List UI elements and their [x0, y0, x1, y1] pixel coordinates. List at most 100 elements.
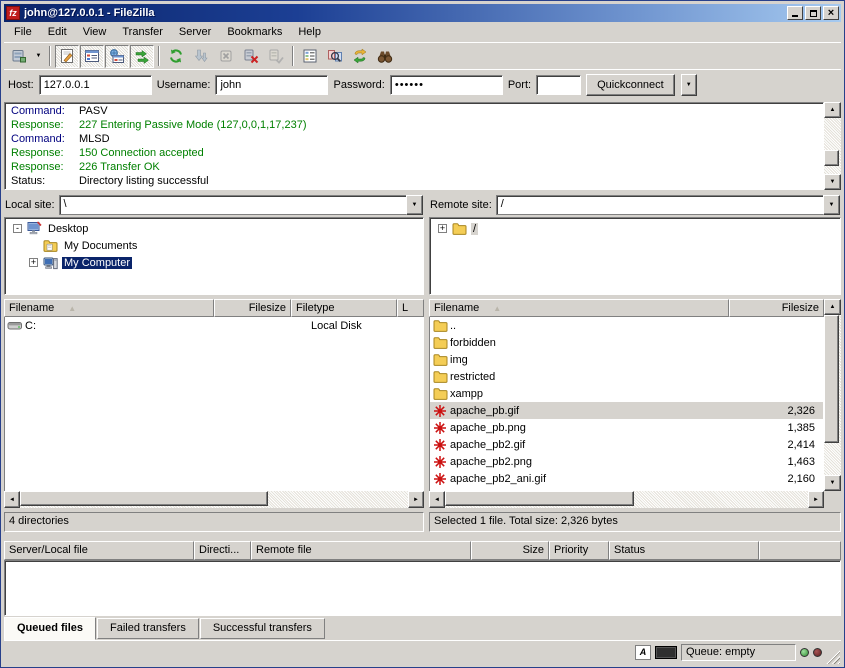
- column-remote-file[interactable]: Remote file: [251, 541, 471, 560]
- file-row[interactable]: xampp: [430, 385, 823, 402]
- file-row[interactable]: ..: [430, 317, 823, 334]
- minimize-button[interactable]: [787, 6, 803, 20]
- password-input[interactable]: [390, 75, 503, 95]
- scroll-up-icon[interactable]: ▲: [824, 299, 841, 315]
- local-hscrollbar[interactable]: ◄ ►: [4, 491, 424, 508]
- file-row[interactable]: forbidden: [430, 334, 823, 351]
- scroll-up-icon[interactable]: ▲: [824, 102, 841, 118]
- filter-button[interactable]: [298, 45, 322, 68]
- speedlimit-icon[interactable]: [655, 646, 677, 659]
- file-row[interactable]: apache_pb2_ani.gif2,160: [430, 470, 823, 487]
- tree-item-my-computer[interactable]: + My Computer: [5, 254, 423, 271]
- scroll-left-icon[interactable]: ◄: [429, 491, 445, 508]
- scrollbar-thumb[interactable]: [20, 491, 268, 506]
- folder-icon: [430, 370, 450, 383]
- file-row[interactable]: apache_pb2.png1,463: [430, 453, 823, 470]
- scroll-down-icon[interactable]: ▼: [824, 475, 841, 491]
- file-row[interactable]: apache_pb2.gif2,414: [430, 436, 823, 453]
- local-site-value[interactable]: \: [59, 195, 406, 215]
- column-direction[interactable]: Directi...: [194, 541, 251, 560]
- toggle-local-treeview-button[interactable]: [80, 45, 104, 68]
- reconnect-button[interactable]: [264, 45, 288, 68]
- queue-tabs: Queued files Failed transfers Successful…: [4, 616, 841, 640]
- column-size[interactable]: Size: [471, 541, 549, 560]
- disconnect-button[interactable]: [239, 45, 263, 68]
- combo-dropdown-icon[interactable]: ▼: [406, 195, 423, 215]
- menu-edit[interactable]: Edit: [40, 24, 75, 40]
- menu-server[interactable]: Server: [171, 24, 219, 40]
- column-priority[interactable]: Priority: [549, 541, 609, 560]
- scrollbar-thumb[interactable]: [824, 315, 839, 443]
- message-log-pane[interactable]: Command:PASV Response:227 Entering Passi…: [4, 102, 824, 190]
- process-queue-button[interactable]: [189, 45, 213, 68]
- maximize-button[interactable]: [805, 6, 821, 20]
- tab-queued-files[interactable]: Queued files: [4, 617, 96, 640]
- sort-asc-icon: ▲: [493, 304, 501, 313]
- transfer-queue: Server/Local file Directi... Remote file…: [4, 541, 841, 640]
- file-row[interactable]: C: Local Disk: [5, 317, 423, 334]
- file-row[interactable]: restricted: [430, 368, 823, 385]
- directory-comparison-button[interactable]: [323, 45, 347, 68]
- resize-grip[interactable]: [826, 650, 840, 664]
- file-row[interactable]: apache_pb.png1,385: [430, 419, 823, 436]
- column-filesize[interactable]: Filesize: [214, 299, 291, 317]
- collapse-icon[interactable]: -: [13, 224, 22, 233]
- remote-site-label: Remote site:: [430, 199, 492, 211]
- tree-item-my-documents[interactable]: My Documents: [5, 237, 423, 254]
- username-label: Username:: [157, 79, 211, 91]
- scrollbar-thumb[interactable]: [824, 150, 839, 166]
- tab-successful-transfers[interactable]: Successful transfers: [200, 618, 325, 639]
- quickconnect-button[interactable]: Quickconnect: [586, 74, 675, 96]
- site-manager-button[interactable]: [7, 45, 31, 68]
- synchronized-browsing-button[interactable]: [348, 45, 372, 68]
- local-site-combo[interactable]: \ ▼: [59, 195, 423, 215]
- quickconnect-dropdown[interactable]: ▼: [681, 74, 697, 96]
- expand-icon[interactable]: +: [438, 224, 447, 233]
- column-filename[interactable]: Filename▲: [429, 299, 729, 317]
- port-input[interactable]: [536, 75, 581, 95]
- column-server-local-file[interactable]: Server/Local file: [4, 541, 194, 560]
- column-filename[interactable]: Filename▲: [4, 299, 214, 317]
- combo-dropdown-icon[interactable]: ▼: [823, 195, 840, 215]
- cancel-button[interactable]: [214, 45, 238, 68]
- filezilla-window: fz john@127.0.0.1 - FileZilla × File Edi…: [0, 0, 845, 668]
- scroll-right-icon[interactable]: ►: [808, 491, 824, 508]
- expand-icon[interactable]: +: [29, 258, 38, 267]
- tree-item-root[interactable]: + /: [430, 220, 840, 237]
- column-status[interactable]: Status: [609, 541, 759, 560]
- menu-view[interactable]: View: [75, 24, 115, 40]
- log-scrollbar[interactable]: ▲ ▼: [824, 102, 841, 190]
- remote-site-combo[interactable]: / ▼: [496, 195, 840, 215]
- close-button[interactable]: ×: [823, 6, 839, 20]
- menu-transfer[interactable]: Transfer: [114, 24, 171, 40]
- remote-hscrollbar[interactable]: ◄ ►: [429, 491, 824, 508]
- file-row-selected[interactable]: apache_pb.gif2,326: [430, 402, 823, 419]
- remote-site-value[interactable]: /: [496, 195, 823, 215]
- file-row[interactable]: img: [430, 351, 823, 368]
- scrollbar-thumb[interactable]: [445, 491, 634, 506]
- scroll-left-icon[interactable]: ◄: [4, 491, 20, 508]
- queue-body[interactable]: [4, 560, 841, 616]
- scroll-down-icon[interactable]: ▼: [824, 174, 841, 190]
- transfer-type-icon[interactable]: A: [635, 645, 651, 660]
- toggle-message-log-button[interactable]: [55, 45, 79, 68]
- host-input[interactable]: [39, 75, 152, 95]
- menu-help[interactable]: Help: [290, 24, 329, 40]
- toggle-remote-treeview-button[interactable]: [105, 45, 129, 68]
- tab-failed-transfers[interactable]: Failed transfers: [97, 618, 199, 639]
- toggle-transfer-queue-button[interactable]: [130, 45, 154, 68]
- scroll-right-icon[interactable]: ►: [408, 491, 424, 508]
- find-files-button[interactable]: [373, 45, 397, 68]
- menu-bookmarks[interactable]: Bookmarks: [219, 24, 290, 40]
- tree-item-desktop[interactable]: - Desktop: [5, 220, 423, 237]
- column-filesize[interactable]: Filesize: [729, 299, 824, 317]
- username-input[interactable]: [215, 75, 328, 95]
- site-manager-dropdown[interactable]: ▼: [32, 45, 45, 68]
- refresh-button[interactable]: [164, 45, 188, 68]
- local-treeview-icon: [84, 48, 100, 64]
- column-filetype[interactable]: Filetype: [291, 299, 397, 317]
- menu-file[interactable]: File: [6, 24, 40, 40]
- remote-vscrollbar[interactable]: ▲ ▼: [824, 299, 841, 508]
- column-last-modified[interactable]: L: [397, 299, 424, 317]
- image-file-icon: [430, 455, 450, 469]
